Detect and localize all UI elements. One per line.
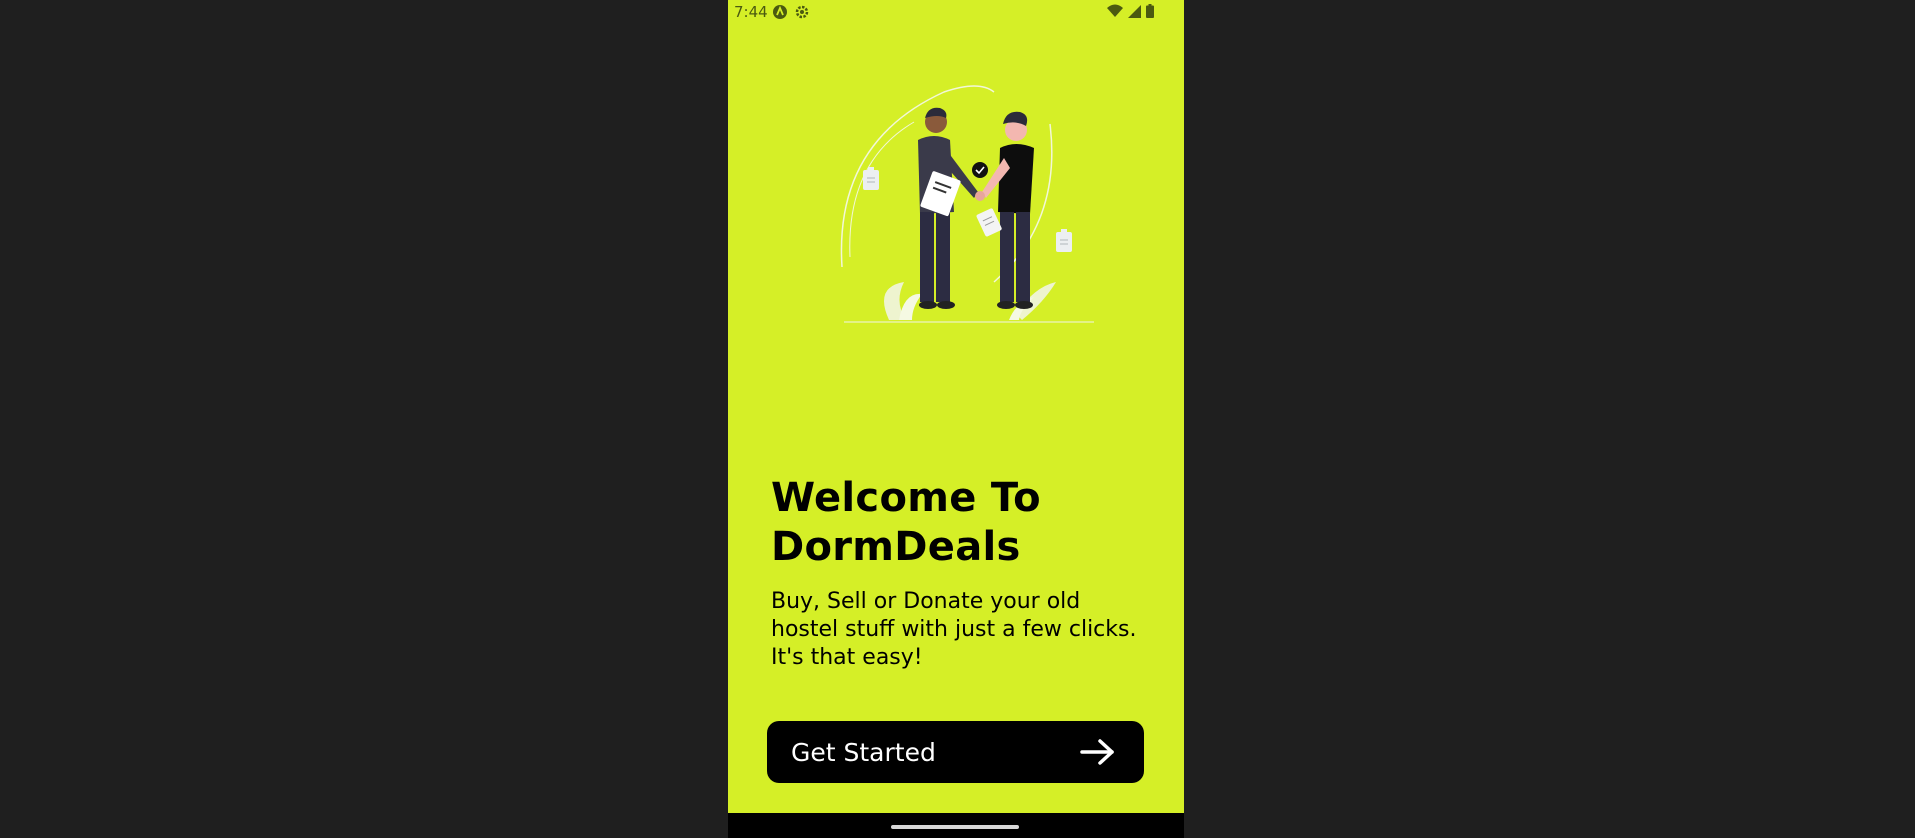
handshake-illustration [840,85,1094,323]
arrow-right-icon [1080,739,1114,765]
android-auto-icon [773,5,787,19]
welcome-title: Welcome To DormDeals [771,474,1151,572]
wifi-icon [1107,4,1123,17]
status-time: 7:44 [734,3,768,21]
welcome-title-line2: DormDeals [771,524,1021,570]
get-started-label: Get Started [791,737,936,767]
welcome-title-line1: Welcome To [771,475,1041,521]
home-gesture-handle[interactable] [891,825,1019,829]
battery-icon [1146,4,1154,18]
welcome-subtitle: Buy, Sell or Donate your old hostel stuf… [771,589,1137,670]
navigation-bar [728,813,1184,838]
phone-screen: 7:44 Welcome To DormDeals Buy, Sell or D… [728,0,1184,838]
signal-icon [1128,4,1141,18]
settings-gear-icon [795,5,809,19]
status-right-icons [1107,4,1154,18]
status-left-icons [772,4,810,20]
status-bar: 7:44 [728,0,1184,24]
get-started-button[interactable]: Get Started [767,721,1144,783]
